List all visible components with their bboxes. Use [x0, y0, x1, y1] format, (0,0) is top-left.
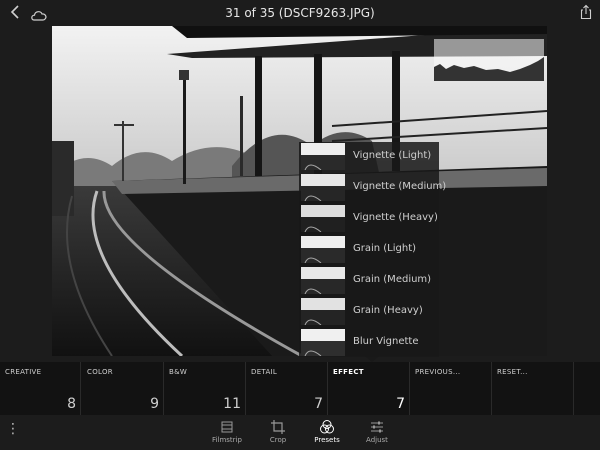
top-bar: 31 of 35 (DSCF9263.JPG) — [0, 0, 600, 26]
category-name: DETAIL — [251, 368, 278, 376]
adjust-tool[interactable]: Adjust — [352, 419, 402, 444]
preset-label: Vignette (Heavy) — [353, 212, 438, 223]
preset-list: Vignette (Light) Vignette (Medium) Vigne… — [299, 142, 446, 358]
category-detail[interactable]: DETAIL 7 — [246, 362, 328, 415]
category-name: CREATIVE — [5, 368, 42, 376]
preset-thumbnail — [301, 205, 345, 232]
adjust-label: Adjust — [366, 436, 388, 444]
adjust-sliders-icon — [352, 419, 402, 436]
preset-label: Grain (Light) — [353, 243, 417, 254]
category-count: 9 — [150, 396, 159, 412]
category-count: 7 — [314, 396, 323, 412]
category-name: RESET... — [497, 368, 528, 376]
filmstrip-tool[interactable]: Filmstrip — [202, 419, 252, 444]
preset-category-bar: CREATIVE 8 COLOR 9 B&W 11 DETAIL 7 EFFEC… — [0, 362, 600, 415]
crop-tool[interactable]: Crop — [253, 419, 303, 444]
presets-label: Presets — [314, 436, 340, 444]
category-previous[interactable]: PREVIOUS... — [410, 362, 492, 415]
preset-item-grain-medium[interactable]: Grain (Medium) — [299, 266, 439, 296]
preset-item-vignette-light[interactable]: Vignette (Light) — [299, 142, 439, 172]
category-creative[interactable]: CREATIVE 8 — [0, 362, 81, 415]
preset-thumbnail — [301, 329, 345, 356]
preset-thumbnail — [301, 236, 345, 263]
category-name: B&W — [169, 368, 188, 376]
bottom-toolbar: ⋮ Filmstrip Crop Presets Adjust — [0, 415, 600, 450]
histogram — [434, 39, 544, 81]
category-count: 8 — [67, 396, 76, 412]
preset-thumbnail — [301, 298, 345, 325]
category-name: COLOR — [87, 368, 113, 376]
category-reset[interactable]: RESET... — [492, 362, 574, 415]
category-effect[interactable]: EFFECT 7 — [328, 362, 410, 415]
preset-thumbnail — [301, 174, 345, 201]
category-name: EFFECT — [333, 368, 364, 376]
category-bw[interactable]: B&W 11 — [164, 362, 246, 415]
preset-item-vignette-medium[interactable]: Vignette (Medium) — [299, 173, 446, 203]
preset-item-grain-heavy[interactable]: Grain (Heavy) — [299, 297, 439, 327]
preset-item-grain-light[interactable]: Grain (Light) — [299, 235, 439, 265]
presets-icon — [302, 419, 352, 436]
presets-tool[interactable]: Presets — [302, 419, 352, 444]
preset-label: Grain (Medium) — [353, 274, 432, 285]
share-icon[interactable] — [580, 4, 592, 24]
preset-label: Vignette (Light) — [353, 150, 432, 161]
preset-thumbnail — [301, 143, 345, 170]
category-name: PREVIOUS... — [415, 368, 461, 376]
preset-label: Vignette (Medium) — [353, 181, 447, 192]
preset-item-vignette-heavy[interactable]: Vignette (Heavy) — [299, 204, 439, 234]
filmstrip-label: Filmstrip — [212, 436, 242, 444]
crop-icon — [253, 419, 303, 436]
preset-item-blur-vignette[interactable]: Blur Vignette — [299, 328, 439, 358]
category-color[interactable]: COLOR 9 — [82, 362, 164, 415]
category-count: 7 — [396, 396, 405, 412]
crop-label: Crop — [269, 436, 287, 444]
more-vertical-icon[interactable]: ⋮ — [6, 421, 20, 437]
preset-label: Grain (Heavy) — [353, 305, 423, 316]
category-count: 11 — [223, 396, 241, 412]
preset-label: Blur Vignette — [353, 336, 419, 347]
photo-title: 31 of 35 (DSCF9263.JPG) — [225, 6, 375, 20]
preset-thumbnail — [301, 267, 345, 294]
filmstrip-icon — [202, 419, 252, 436]
